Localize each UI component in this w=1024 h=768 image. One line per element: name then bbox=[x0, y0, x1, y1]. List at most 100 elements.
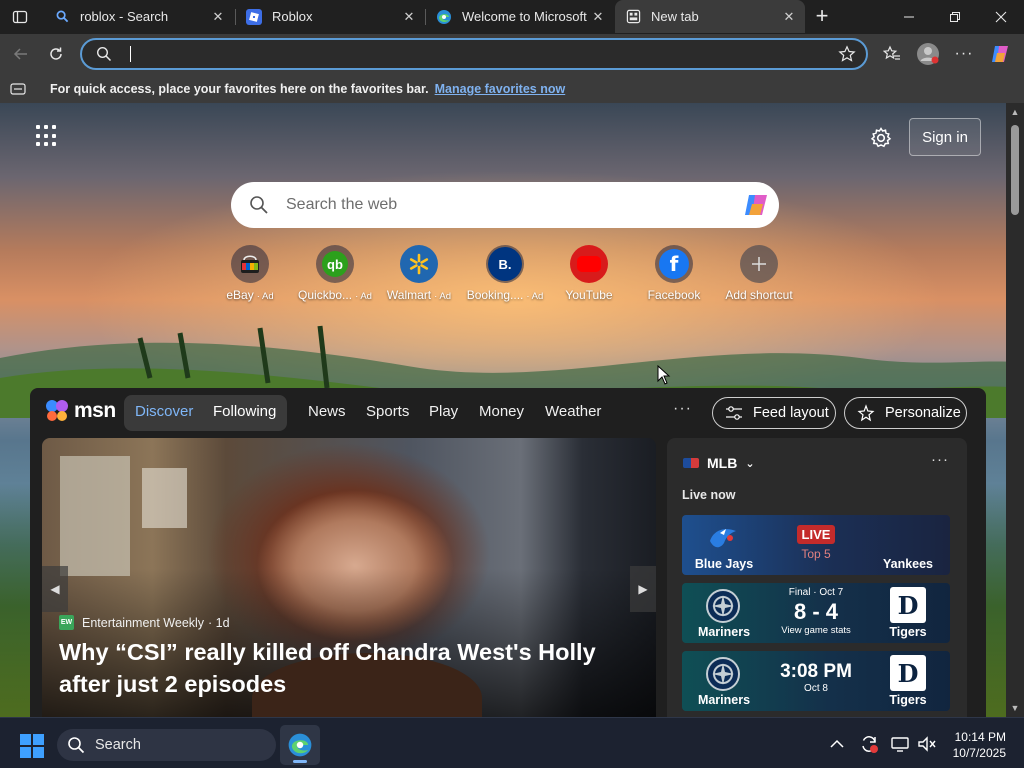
msn-logo[interactable]: msn bbox=[44, 398, 116, 424]
shortcut-youtube[interactable]: YouTube bbox=[544, 245, 634, 302]
tab-roblox[interactable]: Roblox ✕ bbox=[236, 0, 425, 33]
favorite-star-icon[interactable] bbox=[838, 45, 856, 68]
shortcut-quickbooks[interactable]: qb Quickbo... · Ad bbox=[290, 245, 380, 302]
shortcut-walmart[interactable]: Walmart · Ad bbox=[374, 245, 464, 302]
feed-layout-button[interactable]: Feed layout bbox=[712, 397, 836, 429]
nav-play[interactable]: Play bbox=[429, 403, 458, 420]
tab-roblox-search[interactable]: roblox - Search ✕ bbox=[44, 0, 234, 33]
article-age: · 1d bbox=[208, 615, 230, 630]
personalize-button[interactable]: Personalize bbox=[844, 397, 967, 429]
more-dots-icon: ··· bbox=[954, 45, 974, 62]
back-button[interactable] bbox=[6, 40, 36, 68]
shortcut-name: Quickbo... bbox=[298, 288, 353, 302]
web-search-box[interactable] bbox=[231, 182, 779, 228]
nav-news[interactable]: News bbox=[308, 403, 346, 420]
close-tab-button[interactable]: ✕ bbox=[779, 7, 799, 27]
favorites-bar-message: For quick access, place your favorites h… bbox=[50, 81, 429, 96]
volume-muted-icon[interactable] bbox=[916, 733, 938, 755]
close-tab-button[interactable]: ✕ bbox=[208, 7, 228, 27]
shortcut-tile: B. bbox=[486, 245, 524, 283]
apps-dot bbox=[52, 125, 56, 129]
network-icon[interactable] bbox=[889, 733, 911, 755]
away-team-name: Mariners bbox=[697, 693, 751, 707]
shortcut-tile bbox=[570, 245, 608, 283]
page-scrollbar[interactable]: ▲ ▼ bbox=[1006, 103, 1024, 717]
game-row[interactable]: Blue Jays LIVE Top 5 Yankees bbox=[682, 515, 950, 575]
scroll-down-arrow-icon[interactable]: ▼ bbox=[1010, 703, 1020, 713]
start-button[interactable] bbox=[20, 734, 44, 758]
plus-icon: + bbox=[815, 3, 829, 28]
live-badge: LIVE bbox=[796, 525, 836, 544]
shortcut-booking[interactable]: B. Booking.... · Ad bbox=[460, 245, 550, 302]
article-headline[interactable]: Why “CSI” really killed off Chandra West… bbox=[59, 636, 649, 700]
source-name: Entertainment Weekly bbox=[82, 615, 205, 630]
tab-title: Welcome to Microsoft Edge bbox=[462, 9, 588, 24]
home-team-name: Tigers bbox=[889, 693, 927, 707]
show-hidden-icons-button[interactable] bbox=[826, 733, 848, 755]
tab-title: roblox - Search bbox=[80, 9, 169, 24]
favorites-button[interactable] bbox=[877, 40, 907, 68]
scroll-up-arrow-icon[interactable]: ▲ bbox=[1010, 107, 1020, 117]
tab-following[interactable]: Following bbox=[213, 403, 276, 420]
page-settings-button[interactable] bbox=[868, 125, 894, 151]
settings-more-button[interactable]: ··· bbox=[949, 40, 979, 68]
carousel-next-button[interactable]: ▶ bbox=[630, 566, 656, 612]
nav-weather[interactable]: Weather bbox=[545, 403, 601, 420]
shortcut-ebay[interactable]: eBay · Ad bbox=[205, 245, 295, 302]
close-window-button[interactable] bbox=[978, 0, 1024, 33]
view-game-stats-link[interactable]: View game stats bbox=[766, 625, 866, 636]
address-bar[interactable] bbox=[80, 38, 868, 70]
minimize-button[interactable] bbox=[886, 0, 932, 33]
tab-actions-button[interactable] bbox=[6, 4, 34, 30]
tab-discover[interactable]: Discover bbox=[135, 403, 193, 420]
shortcut-facebook[interactable]: f Facebook bbox=[629, 245, 719, 302]
game-row[interactable]: Mariners 3:08 PM Oct 8 D Tigers bbox=[682, 651, 950, 711]
carousel-prev-button[interactable]: ◀ bbox=[42, 566, 68, 612]
nav-sports[interactable]: Sports bbox=[366, 403, 409, 420]
mlb-header[interactable]: MLB ⌄ bbox=[683, 455, 755, 471]
refresh-icon bbox=[50, 47, 62, 60]
restore-button[interactable] bbox=[932, 0, 978, 33]
sign-in-button[interactable]: Sign in bbox=[909, 118, 981, 156]
copilot-icon[interactable] bbox=[741, 190, 771, 220]
apps-dot bbox=[44, 142, 48, 147]
browser-toolbar: ··· bbox=[0, 34, 1024, 74]
close-tab-button[interactable]: ✕ bbox=[399, 7, 419, 27]
copilot-button[interactable] bbox=[985, 40, 1015, 68]
feed-segment-control: Discover Following bbox=[124, 395, 287, 431]
shortcut-tile bbox=[400, 245, 438, 283]
tab-welcome-edge[interactable]: Welcome to Microsoft Edge ✕ bbox=[426, 0, 614, 33]
tab-new-tab[interactable]: New tab ✕ bbox=[615, 0, 805, 33]
nav-more-button[interactable]: ··· bbox=[673, 400, 692, 418]
apps-dot bbox=[36, 133, 40, 138]
shortcut-label: Add shortcut bbox=[714, 288, 804, 302]
refresh-button[interactable] bbox=[41, 40, 71, 68]
manage-favorites-link[interactable]: Manage favorites now bbox=[435, 82, 566, 96]
close-tab-button[interactable]: ✕ bbox=[588, 7, 608, 27]
clock-time: 10:14 PM bbox=[954, 730, 1006, 744]
add-shortcut-button[interactable]: Add shortcut bbox=[714, 245, 804, 302]
text-caret bbox=[130, 46, 131, 62]
taskbar-edge-app[interactable] bbox=[280, 725, 320, 765]
shortcut-label: Facebook bbox=[629, 288, 719, 302]
hero-article-card[interactable]: ◀ ▶ EW Entertainment Weekly · 1d Why “CS… bbox=[42, 438, 656, 717]
scrollbar-thumb[interactable] bbox=[1011, 125, 1019, 215]
apps-launcher-button[interactable] bbox=[36, 125, 58, 147]
address-input[interactable] bbox=[132, 43, 812, 65]
youtube-icon bbox=[577, 256, 601, 272]
web-search-input[interactable] bbox=[286, 193, 716, 217]
apps-dot bbox=[52, 133, 56, 138]
nav-money[interactable]: Money bbox=[479, 403, 524, 420]
mlb-logo-icon bbox=[683, 458, 699, 468]
profile-button[interactable] bbox=[913, 40, 943, 68]
hero-image-detail bbox=[60, 456, 130, 576]
game-row[interactable]: Mariners Final · Oct 7 8 - 4 View game s… bbox=[682, 583, 950, 643]
taskbar-search-box[interactable]: Search bbox=[57, 729, 276, 761]
hero-image-detail bbox=[142, 468, 187, 528]
system-clock[interactable]: 10:14 PM 10/7/2025 bbox=[936, 729, 1006, 761]
sync-status-icon[interactable] bbox=[858, 733, 880, 755]
shortcut-label: Walmart · Ad bbox=[374, 288, 464, 302]
copilot-icon bbox=[992, 46, 1008, 62]
new-tab-button[interactable]: + bbox=[808, 3, 836, 29]
card-more-button[interactable]: ··· bbox=[931, 451, 949, 468]
